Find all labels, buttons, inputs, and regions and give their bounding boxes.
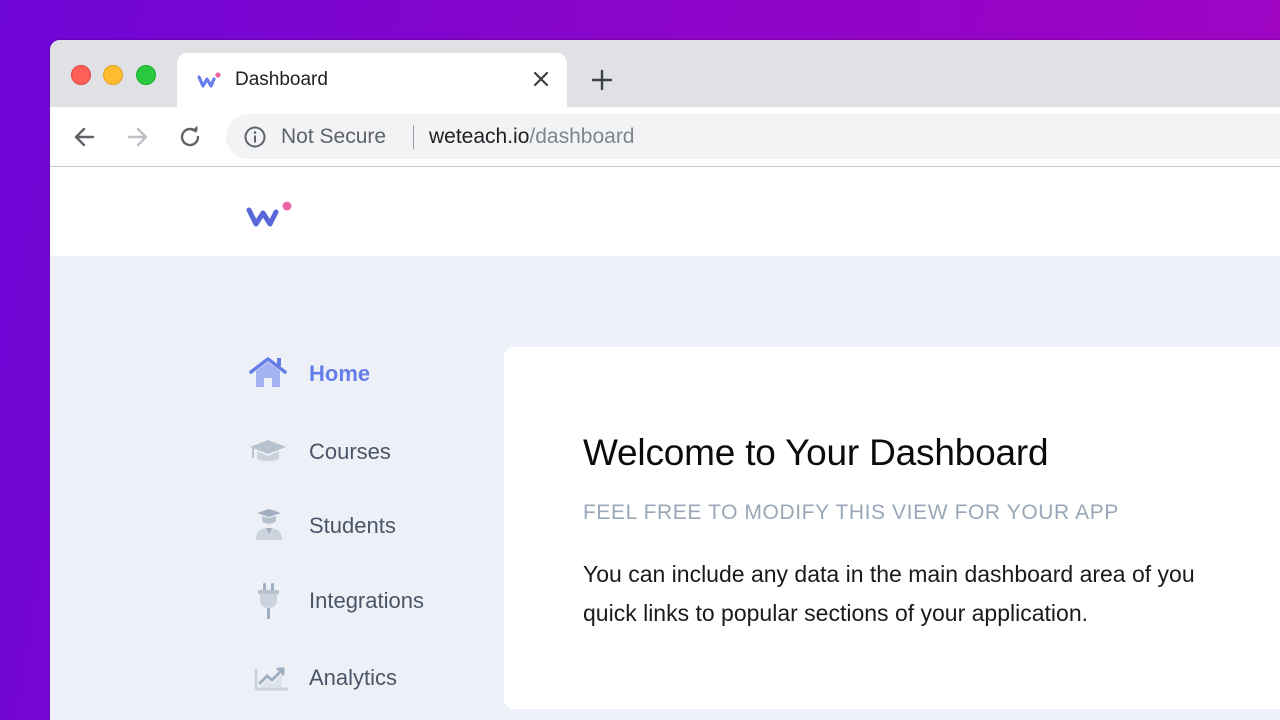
site-header xyxy=(50,167,1280,256)
url-path: /dashboard xyxy=(529,125,635,148)
new-tab-icon[interactable] xyxy=(590,68,614,92)
sidebar-item-label: Students xyxy=(309,513,396,538)
description-line: You can include any data in the main das… xyxy=(583,561,1195,587)
forward-arrow-icon[interactable] xyxy=(124,124,150,150)
sidebar-item-label: Home xyxy=(309,361,371,386)
sidebar-item-home[interactable]: Home xyxy=(246,355,486,395)
chart-icon xyxy=(254,667,288,691)
sidebar-item-label: Courses xyxy=(309,439,391,464)
browser-toolbar: Not Secure weteach.io/dashboard xyxy=(50,107,1280,167)
page-description: You can include any data in the main das… xyxy=(583,555,1280,633)
sidebar-item-label: Integrations xyxy=(309,588,424,613)
browser-window: Dashboard Not Secure weteach.io/dashboar… xyxy=(50,40,1280,720)
home-icon xyxy=(249,357,287,387)
sidebar-item-integrations[interactable]: Integrations xyxy=(246,582,486,622)
security-label: Not Secure xyxy=(281,125,387,148)
tab-dashboard[interactable]: Dashboard xyxy=(177,53,567,107)
sidebar-item-students[interactable]: Students xyxy=(246,507,486,547)
close-window-button[interactable] xyxy=(71,65,91,85)
student-icon xyxy=(256,509,282,540)
plug-icon xyxy=(258,583,279,619)
page-content: Home Courses Students Integrations Analy… xyxy=(50,167,1280,720)
info-icon[interactable] xyxy=(243,125,267,149)
back-arrow-icon[interactable] xyxy=(72,124,98,150)
address-bar[interactable]: Not Secure weteach.io/dashboard xyxy=(226,114,1280,159)
sidebar-item-analytics[interactable]: Analytics xyxy=(246,659,486,699)
tab-title: Dashboard xyxy=(235,69,328,90)
sidebar-item-label: Analytics xyxy=(309,665,398,690)
weteach-logo-icon[interactable] xyxy=(246,199,294,229)
minimize-window-button[interactable] xyxy=(103,65,123,85)
tab-strip: Dashboard xyxy=(50,40,1280,107)
maximize-window-button[interactable] xyxy=(136,65,156,85)
url-text: weteach.io/dashboard xyxy=(429,125,635,149)
address-separator xyxy=(413,125,414,149)
close-tab-icon[interactable] xyxy=(531,68,551,90)
sidebar-item-courses[interactable]: Courses xyxy=(246,433,486,473)
weteach-favicon-icon xyxy=(197,72,221,88)
page-subtitle: FEEL FREE TO MODIFY THIS VIEW FOR YOUR A… xyxy=(583,501,1119,524)
url-host: weteach.io xyxy=(429,125,530,148)
description-line: quick links to popular sections of your … xyxy=(583,600,1089,626)
graduation-cap-icon xyxy=(250,440,286,461)
page-title: Welcome to Your Dashboard xyxy=(583,432,1049,473)
dashboard-card: Welcome to Your Dashboard FEEL FREE TO M… xyxy=(504,347,1280,709)
reload-icon[interactable] xyxy=(177,124,203,150)
